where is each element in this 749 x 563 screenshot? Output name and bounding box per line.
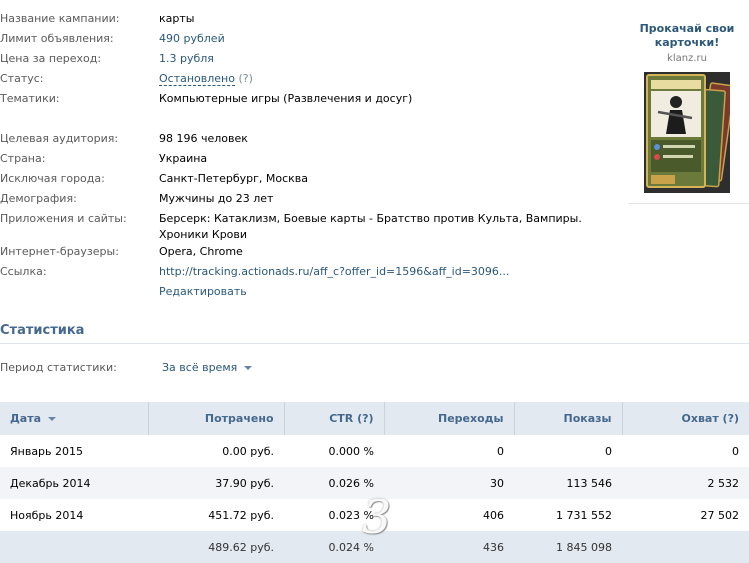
cell-spent: 451.72 руб.: [208, 508, 274, 522]
excluded-cities-value: Санкт-Петербург, Москва: [159, 172, 309, 185]
status-label: Статус:: [0, 72, 44, 85]
cell-spent: 37.90 руб.: [148, 467, 284, 499]
ad-preview-image[interactable]: [644, 72, 730, 193]
total-impressions: 1 845 098: [514, 531, 622, 563]
status-value-wrap: Остановлено (?): [159, 71, 253, 87]
statistics-divider: [0, 343, 749, 344]
price-label: Цена за переход:: [0, 52, 102, 65]
period-dropdown-value: За всё время: [162, 361, 238, 374]
column-header-clicks[interactable]: Переходы: [384, 402, 515, 435]
total-clicks: 436: [384, 531, 514, 563]
audience-value: 98 196 человек: [159, 132, 248, 145]
card-illustration-icon: [644, 72, 730, 193]
demography-value: Мужчины до 23 лет: [159, 192, 274, 205]
cell-impressions: 0: [605, 444, 612, 458]
browsers-label: Интернет-браузеры:: [0, 245, 119, 258]
cell-clicks: 30: [384, 467, 514, 499]
table-row: Январь 2015 0.00 руб. 0.000 % 0 0 0: [0, 435, 749, 467]
status-help-icon[interactable]: (?): [238, 72, 252, 85]
period-dropdown[interactable]: За всё время: [162, 360, 253, 376]
cell-reach: 2 532: [622, 467, 749, 499]
limit-value-link[interactable]: 490 рублей: [159, 31, 225, 47]
period-label: Период статистики:: [0, 361, 117, 374]
cell-reach: 0: [732, 444, 739, 458]
column-header-impressions[interactable]: Показы: [514, 402, 623, 435]
country-label: Страна:: [0, 152, 46, 165]
total-reach: [622, 531, 749, 563]
column-header-date[interactable]: Дата: [0, 402, 149, 435]
column-header-reach[interactable]: Охват (?): [622, 402, 749, 435]
watermark-number: 3: [362, 490, 392, 544]
cell-clicks: 0: [497, 444, 504, 458]
link-label: Ссылка:: [0, 265, 47, 278]
cell-ctr: 0.000 %: [328, 444, 374, 458]
ad-preview[interactable]: Прокачай свои карточки! klanz.ru: [628, 22, 746, 193]
column-header-spent[interactable]: Потрачено: [148, 402, 285, 435]
apps-value-line2: Хроники Крови: [159, 228, 248, 241]
price-value-link[interactable]: 1.3 рубля: [159, 51, 214, 67]
statistics-title: Статистика: [0, 323, 85, 338]
tracking-link[interactable]: http://tracking.actionads.ru/aff_c?offer…: [159, 264, 509, 280]
cell-reach: 27 502: [700, 508, 740, 522]
browsers-value: Opera, Chrome: [159, 245, 243, 258]
campaign-name-label: Название кампании:: [0, 12, 120, 25]
ad-preview-title[interactable]: Прокачай свои карточки!: [628, 22, 746, 50]
sort-caret-icon: [48, 417, 57, 421]
edit-link[interactable]: Редактировать: [159, 284, 247, 300]
table-header-row: Дата Потрачено CTR (?) Переходы Показы О…: [0, 402, 749, 435]
apps-value-line1: Берсерк: Катаклизм, Боевые карты - Братс…: [159, 212, 582, 225]
cell-clicks: 406: [483, 508, 504, 522]
cell-impressions: 1 731 552: [556, 508, 612, 522]
cell-impressions: 113 546: [514, 467, 622, 499]
cell-date: Ноябрь 2014: [10, 508, 84, 522]
demography-label: Демография:: [0, 192, 77, 205]
country-value: Украина: [159, 152, 208, 165]
ad-divider: [628, 203, 749, 204]
topics-value: Компьютерные игры (Развлечения и досуг): [159, 92, 413, 105]
cell-spent: 0.00 руб.: [222, 444, 274, 458]
topics-label: Тематики:: [0, 92, 60, 105]
limit-label: Лимит объявления:: [0, 32, 114, 45]
column-header-ctr[interactable]: CTR (?): [284, 402, 385, 435]
cell-date: Декабрь 2014: [0, 467, 148, 499]
audience-label: Целевая аудитория:: [0, 132, 119, 145]
status-toggle[interactable]: Остановлено: [159, 72, 235, 86]
chevron-down-icon: [244, 366, 253, 370]
cell-date: Январь 2015: [10, 444, 84, 458]
campaign-name-value: карты: [159, 12, 195, 25]
total-date: [0, 531, 148, 563]
apps-label: Приложения и сайты:: [0, 212, 127, 225]
ad-preview-domain: klanz.ru: [667, 53, 707, 64]
excluded-cities-label: Исключая города:: [0, 172, 105, 185]
total-spent: 489.62 руб.: [148, 531, 284, 563]
